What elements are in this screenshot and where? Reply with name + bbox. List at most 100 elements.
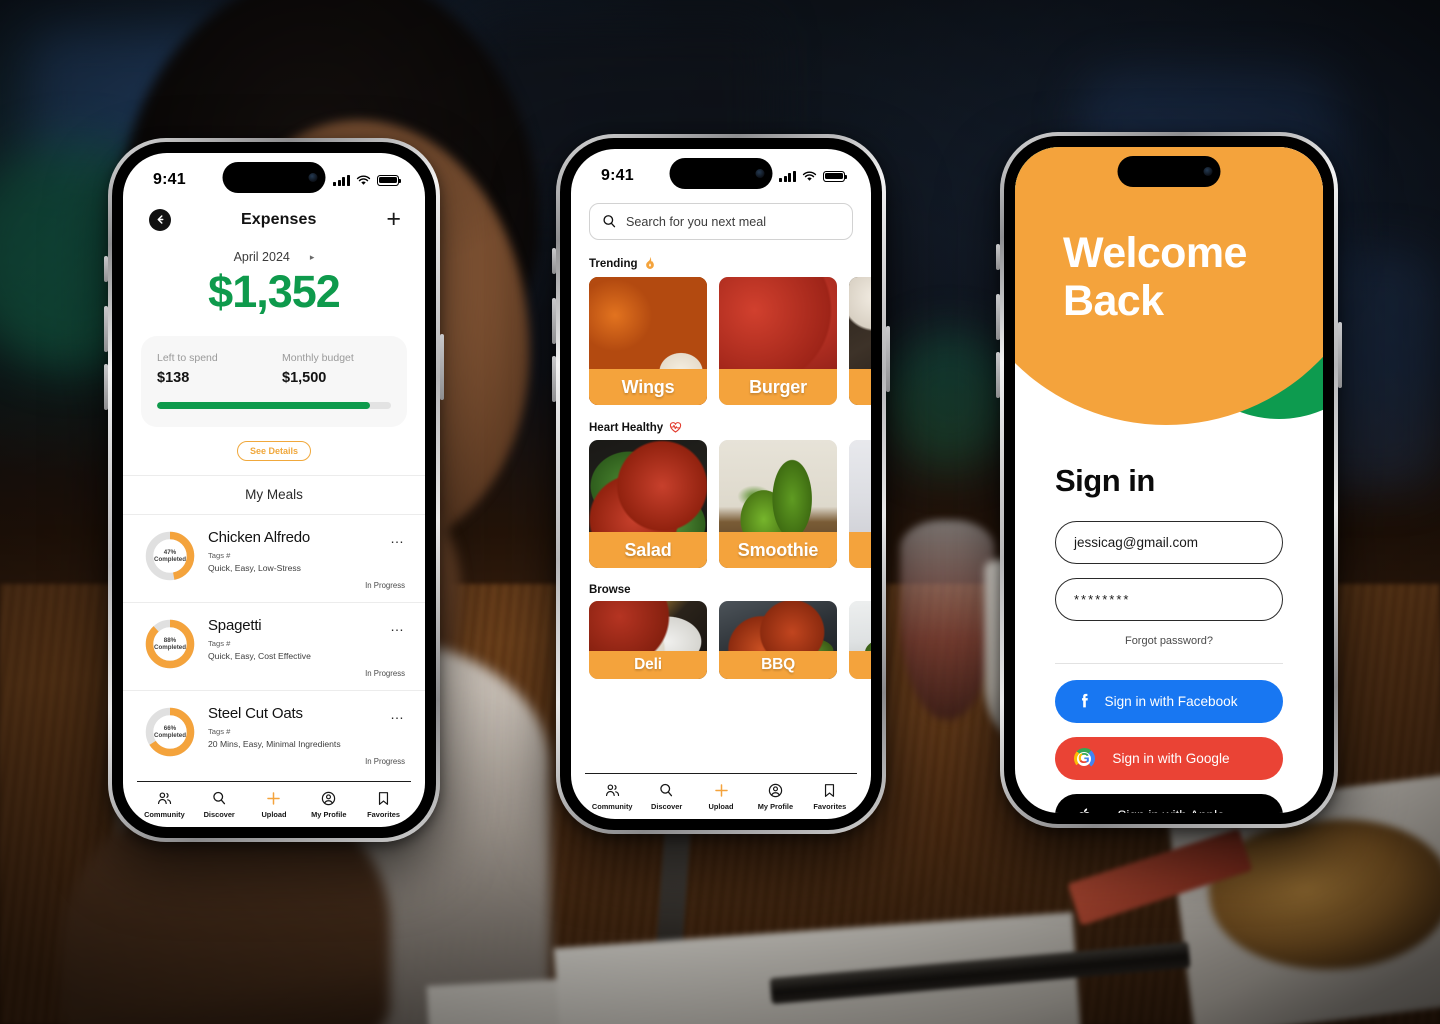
front-camera-icon bbox=[755, 169, 765, 178]
monthly-budget-block: Monthly budget $1,500 bbox=[266, 352, 391, 386]
power-button[interactable] bbox=[440, 334, 444, 400]
back-button[interactable] bbox=[149, 208, 171, 231]
email-value: jessicag@gmail.com bbox=[1074, 535, 1198, 550]
signin-google-button[interactable]: Sign in with Google bbox=[1055, 737, 1283, 780]
tab-label: Discover bbox=[650, 802, 683, 811]
progress-donut: 88% Completed bbox=[145, 619, 195, 669]
food-card[interactable]: Fries bbox=[849, 277, 871, 405]
food-card[interactable]: Wings bbox=[589, 277, 707, 405]
flame-icon bbox=[644, 256, 656, 272]
more-options-icon[interactable]: … bbox=[390, 531, 405, 545]
add-expense-button[interactable]: + bbox=[386, 207, 401, 232]
search-magnifier-icon bbox=[658, 782, 675, 799]
food-card[interactable]: BBQ bbox=[719, 601, 837, 679]
section-trending: Trending Wings Burger Fries bbox=[571, 256, 871, 405]
volume-up-button[interactable] bbox=[552, 298, 556, 344]
meal-name: Steel Cut Oats bbox=[208, 705, 303, 722]
front-camera-icon bbox=[308, 173, 318, 182]
silent-switch[interactable] bbox=[104, 256, 108, 282]
back-arrow-icon bbox=[157, 215, 163, 224]
meal-tags: 20 Mins, Easy, Minimal Ingredients bbox=[208, 739, 341, 749]
tab-upload[interactable]: Upload bbox=[694, 782, 748, 811]
food-card[interactable]: Acai bbox=[849, 440, 871, 568]
apple-icon bbox=[1071, 806, 1097, 813]
signin-facebook-button[interactable]: Sign in with Facebook bbox=[1055, 680, 1283, 723]
forgot-password-link[interactable]: Forgot password? bbox=[1055, 635, 1283, 647]
food-card[interactable]: Sandwich bbox=[849, 601, 871, 679]
volume-down-button[interactable] bbox=[552, 356, 556, 402]
tab-label: Favorites bbox=[367, 810, 401, 819]
wifi-icon bbox=[356, 174, 371, 185]
signin-screen: Welcome Back Sign in jessicag@gmail.com … bbox=[1015, 147, 1323, 813]
food-card[interactable]: Burger bbox=[719, 277, 837, 405]
phone-mockup-discover: 9:41 Search for you next meal Trending W… bbox=[552, 134, 890, 834]
tab-upload[interactable]: Upload bbox=[247, 790, 302, 819]
volume-up-button[interactable] bbox=[996, 294, 1000, 340]
tab-discover[interactable]: Discover bbox=[639, 782, 693, 811]
meal-row[interactable]: 66% Completed Steel Cut Oats Tags # 20 M… bbox=[123, 690, 425, 778]
meal-row[interactable]: 88% Completed Spagetti Tags # Quick, Eas… bbox=[123, 602, 425, 690]
page-title: Expenses bbox=[240, 210, 317, 228]
food-card[interactable]: Smoothie bbox=[719, 440, 837, 568]
email-field[interactable]: jessicag@gmail.com bbox=[1055, 521, 1283, 564]
phone-bezel: 9:41 Search for you next meal Trending W… bbox=[560, 138, 882, 830]
facebook-icon bbox=[1071, 691, 1097, 712]
silent-switch[interactable] bbox=[552, 248, 556, 274]
chevron-right-icon[interactable]: ▸ bbox=[310, 252, 315, 263]
food-card-label: Smoothie bbox=[719, 532, 837, 568]
plus-upload-icon bbox=[265, 790, 282, 807]
password-value: ******** bbox=[1074, 592, 1131, 607]
tab-community[interactable]: Community bbox=[585, 782, 639, 811]
meal-row[interactable]: 47% Completed Chicken Alfredo Tags # Qui… bbox=[123, 514, 425, 602]
signin-apple-button[interactable]: Sign in with Apple bbox=[1055, 794, 1283, 813]
left-to-spend-block: Left to spend $138 bbox=[157, 352, 266, 386]
more-options-icon[interactable]: … bbox=[390, 619, 405, 633]
meals-list: 47% Completed Chicken Alfredo Tags # Qui… bbox=[123, 514, 425, 778]
community-people-icon bbox=[604, 782, 621, 799]
tab-discover[interactable]: Discover bbox=[192, 790, 247, 819]
donut-label: 66% Completed bbox=[145, 707, 195, 757]
tab-community[interactable]: Community bbox=[137, 790, 192, 819]
status-time: 9:41 bbox=[153, 171, 186, 188]
power-button[interactable] bbox=[1338, 322, 1342, 388]
tab-label: My Profile bbox=[757, 802, 794, 811]
meal-status: In Progress bbox=[365, 581, 405, 590]
phone-bezel: Welcome Back Sign in jessicag@gmail.com … bbox=[1004, 136, 1334, 824]
power-button[interactable] bbox=[886, 326, 890, 392]
bottom-tab-bar: Community Discover Upload My Profile Fav… bbox=[585, 773, 857, 811]
section-title: Heart Healthy bbox=[589, 422, 664, 434]
tab-label: Upload bbox=[708, 802, 734, 811]
tab-my-profile[interactable]: My Profile bbox=[748, 782, 802, 811]
password-field[interactable]: ******** bbox=[1055, 578, 1283, 621]
card-carousel[interactable]: Deli BBQ Sandwich bbox=[571, 601, 871, 679]
volume-down-button[interactable] bbox=[996, 352, 1000, 398]
search-input[interactable]: Search for you next meal bbox=[589, 203, 853, 240]
month-selector[interactable]: April 2024 ▸ bbox=[123, 250, 425, 264]
tab-my-profile[interactable]: My Profile bbox=[301, 790, 356, 819]
volume-down-button[interactable] bbox=[104, 364, 108, 410]
signin-apple-label: Sign in with Apple bbox=[1097, 808, 1267, 813]
tab-favorites[interactable]: Favorites bbox=[356, 790, 411, 819]
donut-label: 88% Completed bbox=[145, 619, 195, 669]
expenses-header: Expenses + bbox=[123, 201, 425, 244]
food-card[interactable]: Deli bbox=[589, 601, 707, 679]
volume-up-button[interactable] bbox=[104, 306, 108, 352]
cellular-signal-icon bbox=[333, 174, 350, 186]
meal-tags: Quick, Easy, Cost Effective bbox=[208, 651, 311, 661]
meal-name: Chicken Alfredo bbox=[208, 529, 311, 546]
more-options-icon[interactable]: … bbox=[390, 707, 405, 721]
tab-favorites[interactable]: Favorites bbox=[803, 782, 857, 811]
food-card-label: Acai bbox=[849, 532, 871, 568]
month-label: April 2024 bbox=[233, 250, 290, 264]
see-details-button[interactable]: See Details bbox=[236, 441, 312, 461]
status-icons bbox=[779, 170, 848, 182]
dynamic-island bbox=[669, 158, 773, 189]
card-carousel[interactable]: Wings Burger Fries bbox=[571, 277, 871, 405]
meal-tags-header: Tags # bbox=[208, 639, 231, 648]
food-card[interactable]: Salad bbox=[589, 440, 707, 568]
card-carousel[interactable]: Salad Smoothie Acai bbox=[571, 440, 871, 568]
community-people-icon bbox=[156, 790, 173, 807]
progress-donut: 66% Completed bbox=[145, 707, 195, 757]
silent-switch[interactable] bbox=[996, 244, 1000, 270]
progress-donut: 47% Completed bbox=[145, 531, 195, 581]
